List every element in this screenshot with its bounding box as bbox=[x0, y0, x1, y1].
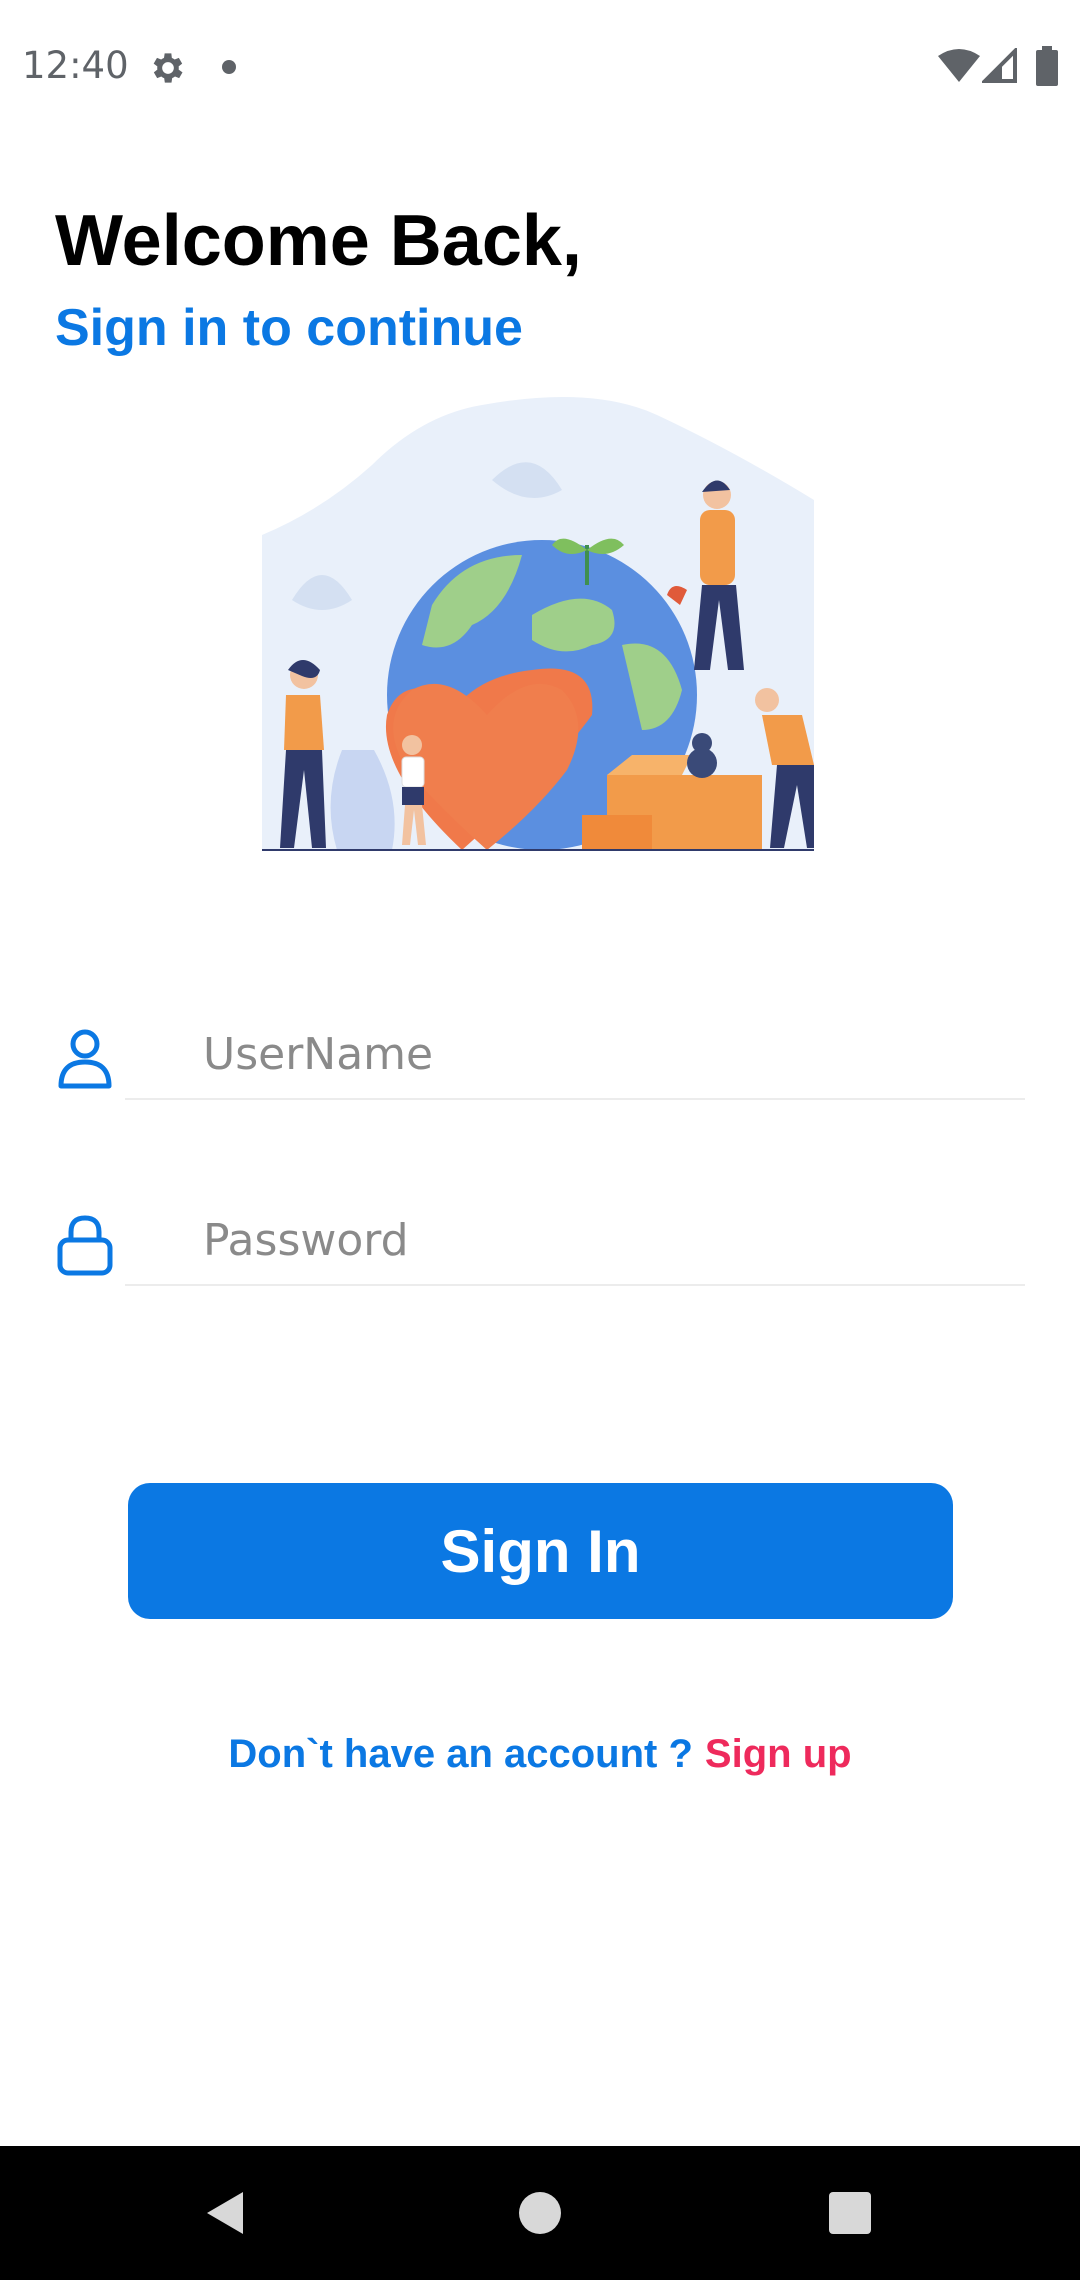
lock-icon bbox=[57, 1215, 113, 1276]
notification-dot-icon bbox=[222, 60, 236, 74]
password-field-row bbox=[55, 1196, 1025, 1306]
sign-up-link[interactable]: Sign up bbox=[705, 1732, 852, 1776]
signup-prompt-text: Don`t have an account ? bbox=[228, 1732, 693, 1776]
user-icon bbox=[58, 1029, 112, 1089]
battery-icon bbox=[1036, 46, 1058, 86]
page-title: Welcome Back, bbox=[55, 201, 582, 281]
signup-prompt-row: Don`t have an account ? Sign up bbox=[0, 1732, 1080, 1777]
earth-heart-volunteers-illustration bbox=[262, 397, 814, 851]
recents-icon[interactable] bbox=[829, 2192, 871, 2234]
home-icon[interactable] bbox=[519, 2192, 561, 2234]
status-bar: 12:40 bbox=[0, 0, 1080, 136]
username-field-row bbox=[55, 1010, 1025, 1120]
cell-signal-icon bbox=[982, 48, 1017, 83]
status-time: 12:40 bbox=[22, 44, 129, 87]
sign-in-button[interactable]: Sign In bbox=[128, 1483, 953, 1619]
username-input[interactable] bbox=[125, 1010, 1025, 1100]
back-icon[interactable] bbox=[203, 2190, 249, 2236]
system-nav-bar bbox=[0, 2146, 1080, 2280]
gear-icon bbox=[153, 53, 183, 83]
wifi-icon bbox=[938, 49, 980, 82]
page-subtitle: Sign in to continue bbox=[55, 299, 523, 357]
password-input[interactable] bbox=[125, 1196, 1025, 1286]
